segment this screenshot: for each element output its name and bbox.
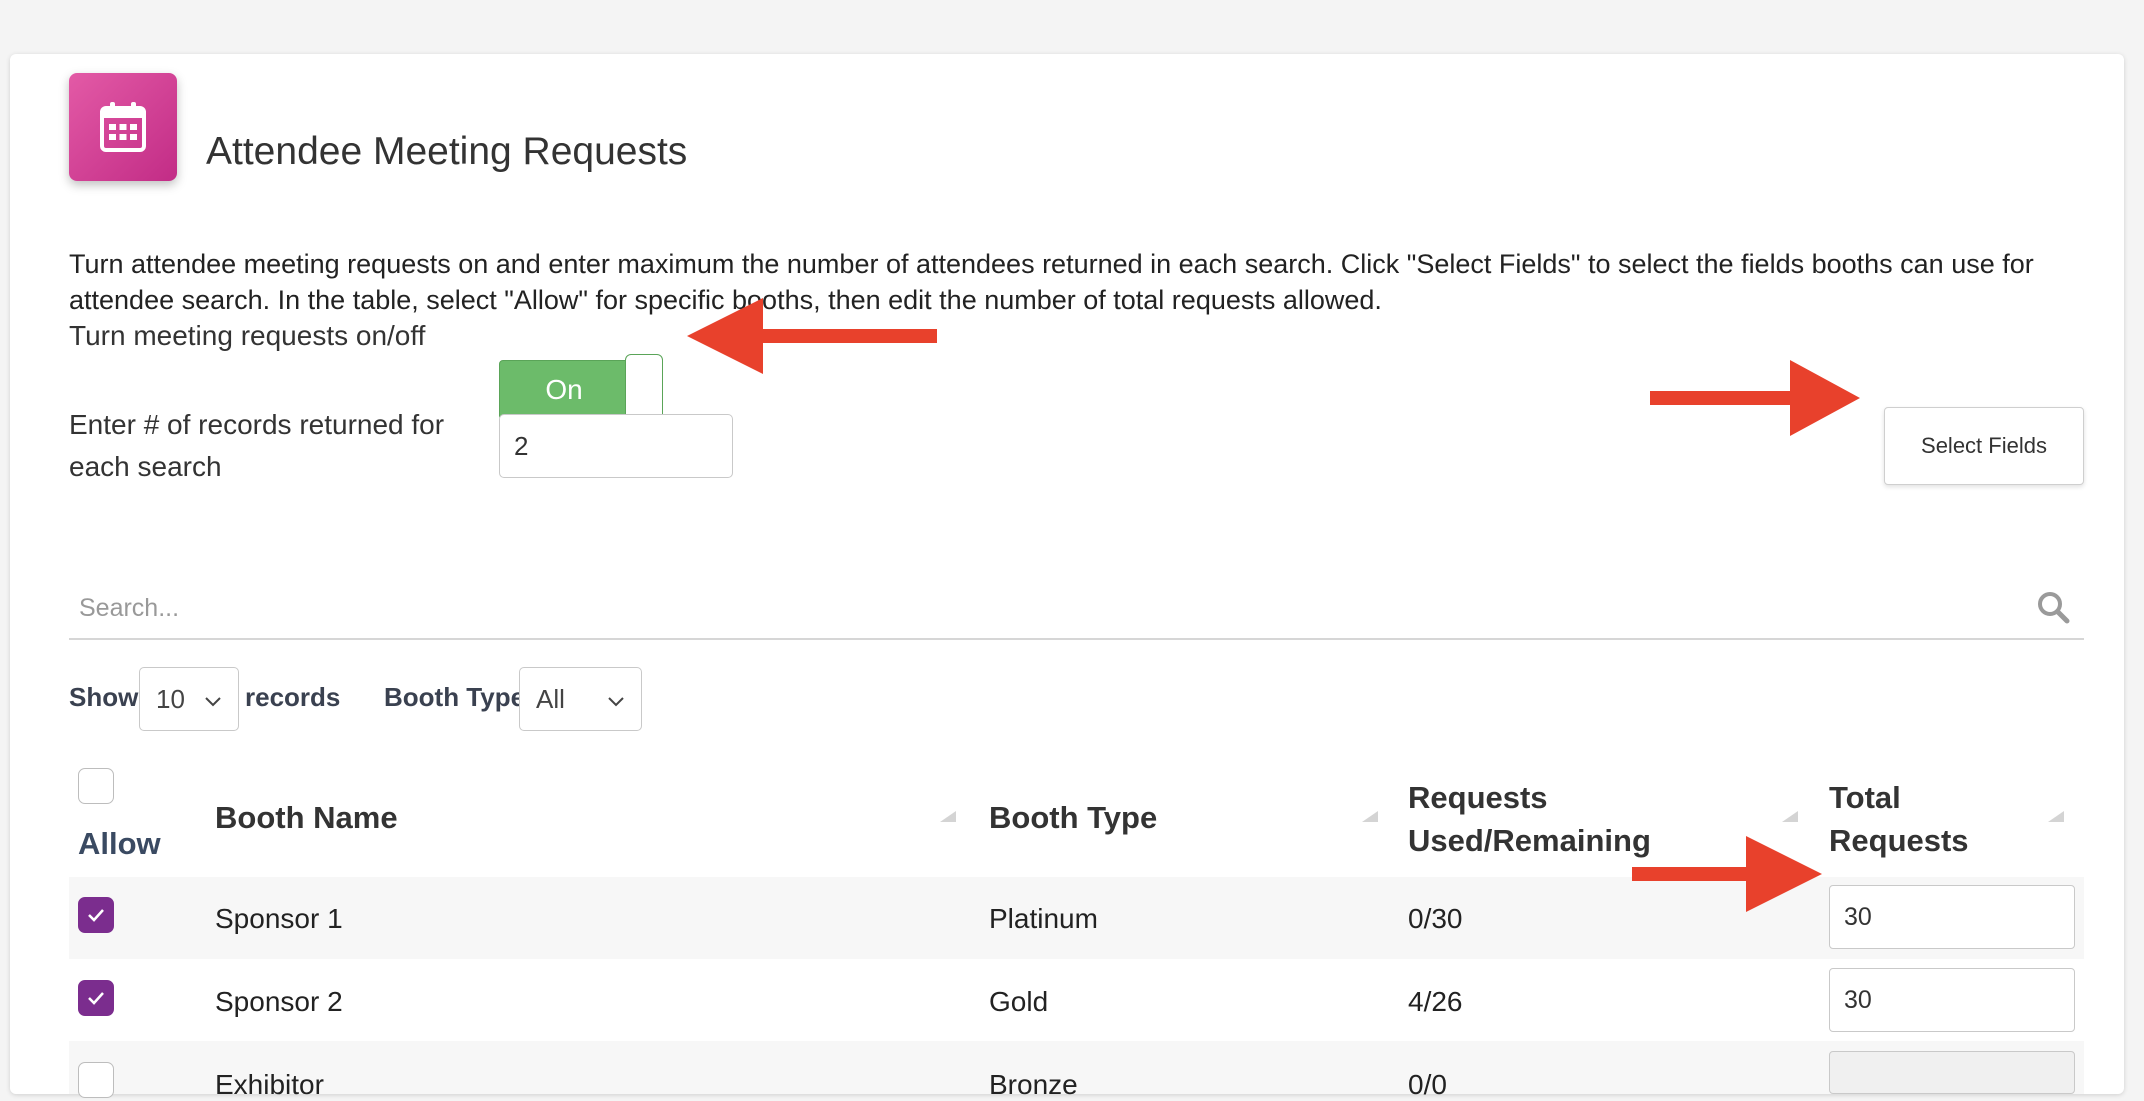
booth-type-column-header[interactable]: Booth Type: [989, 796, 1157, 839]
records-label: Enter # of records returned for each sea…: [69, 409, 445, 482]
main-card: Attendee Meeting Requests Turn attendee …: [10, 54, 2124, 1100]
chevron-down-icon: [204, 684, 222, 715]
requests-cell: 4/26: [1408, 986, 1463, 1017]
toggle-label: Turn meeting requests on/off: [69, 320, 426, 351]
booth-name-cell: Sponsor 2: [215, 986, 343, 1017]
sort-icon[interactable]: [938, 808, 958, 829]
allow-checkbox[interactable]: [78, 980, 114, 1016]
sort-icon[interactable]: [1360, 808, 1380, 829]
allow-column-header[interactable]: Allow: [78, 822, 161, 865]
annotation-arrow-icon: [1632, 836, 1822, 912]
show-label: Show: [69, 682, 139, 712]
allow-checkbox[interactable]: [78, 897, 114, 933]
calendar-icon: [69, 73, 177, 181]
sort-icon[interactable]: [1780, 808, 1800, 829]
search-input[interactable]: [69, 582, 2041, 634]
table-row: Exhibitor Bronze 0/0: [69, 1041, 2084, 1100]
requests-column-header[interactable]: Requests Used/Remaining: [1408, 776, 1668, 862]
select-all-checkbox[interactable]: [78, 768, 114, 804]
annotation-arrow-icon: [687, 298, 937, 374]
booth-name-column-header[interactable]: Booth Name: [215, 796, 398, 839]
records-per-page-select[interactable]: 10: [139, 667, 239, 731]
page-description: Turn attendee meeting requests on and en…: [69, 249, 2034, 315]
total-requests-input[interactable]: [1829, 968, 2075, 1032]
allow-checkbox[interactable]: [78, 1062, 114, 1098]
booth-type-filter-label: Booth Type: [384, 682, 526, 712]
check-icon: [88, 992, 104, 1005]
records-label-text: records: [245, 682, 341, 712]
requests-cell: 0/30: [1408, 903, 1463, 934]
records-per-page-value: 10: [156, 683, 185, 714]
total-requests-input[interactable]: [1829, 885, 2075, 949]
total-requests-input: [1829, 1051, 2075, 1094]
booth-type-cell: Gold: [989, 986, 1049, 1017]
toggle-on-label: On: [499, 360, 629, 420]
search-icon[interactable]: [2036, 590, 2070, 629]
select-fields-button[interactable]: Select Fields: [1884, 407, 2084, 485]
booth-name-cell: Sponsor 1: [215, 903, 343, 934]
sort-icon[interactable]: [2046, 808, 2066, 829]
booth-type-select-value: All: [536, 683, 565, 714]
total-requests-column-header[interactable]: Total Requests: [1829, 776, 1989, 862]
page-title: Attendee Meeting Requests: [206, 130, 688, 173]
chevron-down-icon: [607, 684, 625, 715]
annotation-arrow-icon: [1650, 360, 1860, 436]
search-bar: [69, 582, 2084, 640]
records-per-search-input[interactable]: [499, 414, 733, 478]
table-row: Sponsor 2 Gold 4/26: [69, 959, 2084, 1041]
check-icon: [88, 909, 104, 922]
booth-type-select[interactable]: All: [519, 667, 642, 731]
booth-type-cell: Platinum: [989, 903, 1098, 934]
